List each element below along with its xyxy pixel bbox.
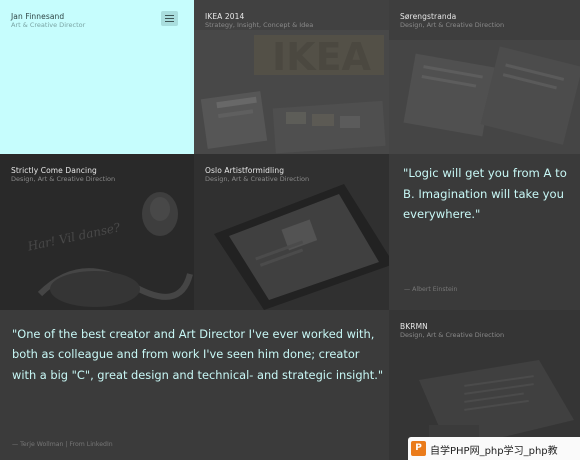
tile-title: BKRMN <box>400 322 428 331</box>
project-tile-ikea[interactable]: IKEA IKEA 2014 Strategy, Insight, Concep… <box>194 0 389 154</box>
project-tile-strictly-come-dancing[interactable]: Har! Vil danse? Strictly Come Dancing De… <box>0 154 194 310</box>
portfolio-grid: Jan Finnesand Art & Creative Director IK… <box>0 0 580 460</box>
quote-author: — Albert Einstein <box>404 286 458 293</box>
tile-title: Sørengstranda <box>400 12 457 21</box>
hamburger-menu-icon[interactable] <box>161 11 178 26</box>
project-tile-sorengstranda[interactable]: Sørengstranda Design, Art & Creative Dir… <box>389 0 580 154</box>
tile-title: Strictly Come Dancing <box>11 166 97 175</box>
tile-title: Oslo Artistformidling <box>205 166 285 175</box>
tile-subtitle: Design, Art & Creative Direction <box>11 175 116 183</box>
site-watermark: P 自学PHP网_php学习_php教 <box>408 437 580 460</box>
quote-text: "Logic will get you from A to B. Imagina… <box>403 166 567 221</box>
tile-subtitle: Design, Art & Creative Direction <box>205 175 310 183</box>
tile-subtitle: Design, Art & Creative Direction <box>400 331 505 339</box>
author-name: Jan Finnesand <box>11 12 65 21</box>
quote-tile-testimonial: "One of the best creator and Art Directo… <box>0 310 389 460</box>
tile-subtitle: Strategy, Insight, Concept & Idea <box>205 21 314 29</box>
author-role: Art & Creative Director <box>11 21 86 29</box>
project-tile-oslo-artistformidling[interactable]: Oslo Artistformidling Design, Art & Crea… <box>194 154 389 310</box>
intro-tile: Jan Finnesand Art & Creative Director <box>0 0 194 154</box>
watermark-logo-icon: P <box>411 441 426 456</box>
quote-text: "One of the best creator and Art Directo… <box>12 327 384 382</box>
quote-tile-einstein: "Logic will get you from A to B. Imagina… <box>389 154 580 310</box>
watermark-text: 自学PHP网_php学习_php教 <box>430 446 558 457</box>
tile-title: IKEA 2014 <box>205 12 245 21</box>
tile-subtitle: Design, Art & Creative Direction <box>400 21 505 29</box>
quote-author: — Terje Wollman | From LinkedIn <box>12 441 113 448</box>
